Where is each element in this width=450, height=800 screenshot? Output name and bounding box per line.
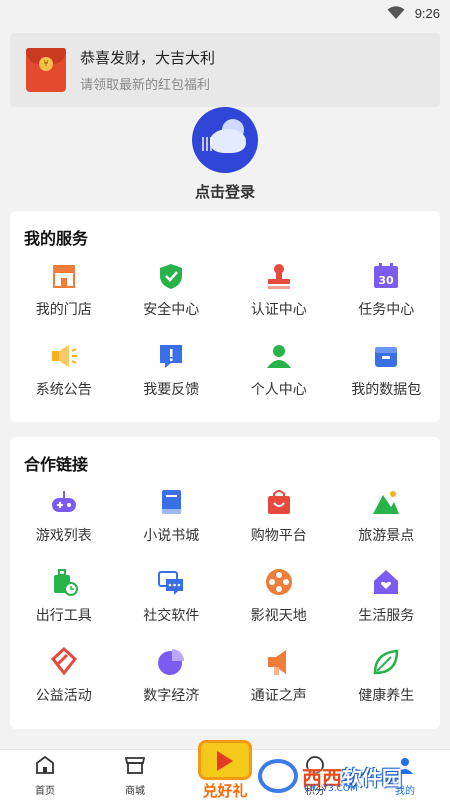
service-item-label: 系统公告: [35, 382, 92, 398]
tab-shop[interactable]: 商城: [90, 750, 180, 800]
service-item[interactable]: 个人中心: [225, 333, 333, 413]
loudspeaker-icon: [264, 647, 294, 677]
banner-title: 恭喜发财，大吉大利: [80, 49, 216, 67]
calendar-30-icon: 30: [371, 261, 401, 291]
partner-item[interactable]: 社交软件: [118, 559, 226, 639]
partner-item-label: 通证之声: [250, 688, 307, 704]
watermark-logo-icon: [258, 759, 298, 793]
status-bar: 9:26: [0, 0, 450, 26]
partner-item-label: 社交软件: [143, 608, 200, 624]
film-reel-icon: [264, 567, 294, 597]
red-packet-banner[interactable]: ¥ 恭喜发财，大吉大利 请领取最新的红包福利: [10, 33, 440, 107]
data-package-icon: [371, 341, 401, 371]
home-icon: [34, 754, 56, 780]
feedback-icon: [156, 341, 186, 371]
partner-item[interactable]: 游戏列表: [10, 479, 118, 559]
service-item-label: 安全中心: [143, 302, 200, 318]
service-item[interactable]: 我的门店: [10, 253, 118, 333]
svg-text:30: 30: [379, 274, 395, 287]
megaphone-icon: [49, 341, 79, 371]
store-icon: [49, 261, 79, 291]
tv-play-icon: [198, 740, 252, 780]
my-services-title: 我的服务: [24, 229, 89, 248]
banner-subtitle: 请领取最新的红包福利: [80, 78, 211, 93]
partner-item-label: 生活服务: [358, 608, 415, 624]
service-item[interactable]: 我要反馈: [118, 333, 226, 413]
stamp-icon: [264, 261, 294, 291]
mountain-icon: [371, 487, 401, 517]
book-icon: [156, 487, 186, 517]
red-envelope-icon: ¥: [26, 48, 66, 92]
partner-item-label: 游戏列表: [35, 528, 92, 544]
partner-item-label: 购物平台: [250, 528, 307, 544]
service-item-label: 我的数据包: [351, 382, 422, 398]
redeem-gift-promo[interactable]: 兑好礼: [190, 736, 260, 800]
partner-links-title: 合作链接: [24, 455, 89, 474]
service-item-label: 个人中心: [250, 382, 307, 398]
luggage-icon: [49, 567, 79, 597]
chat-icon: [156, 567, 186, 597]
shield-check-icon: [156, 261, 186, 291]
service-item[interactable]: 30 任务中心: [333, 253, 441, 333]
partner-item-label: 小说书城: [143, 528, 200, 544]
partner-item-label: 影视天地: [250, 608, 307, 624]
service-item[interactable]: 系统公告: [10, 333, 118, 413]
status-time: 9:26: [414, 5, 440, 21]
leaf-icon: [371, 647, 401, 677]
partner-item[interactable]: 出行工具: [10, 559, 118, 639]
shopping-bag-icon: [264, 487, 294, 517]
partner-item-label: 数字经济: [143, 688, 200, 704]
partners-grid: 游戏列表 小说书城 购物平台 旅游景点出行工具 社交软件 影视天地 生活服务公益活动 数字经济…: [10, 479, 440, 719]
services-grid: 我的门店 安全中心 认证中心 30 任务中心系统公告 我要反馈 个人中心 我的数据包: [10, 253, 440, 413]
partner-item[interactable]: 健康养生: [333, 639, 441, 719]
service-item-label: 任务中心: [358, 302, 415, 318]
login-link[interactable]: 点击登录: [0, 181, 450, 202]
partner-item[interactable]: 小说书城: [118, 479, 226, 559]
partner-item-label: 公益活动: [35, 688, 92, 704]
tab-home[interactable]: 首页: [0, 750, 90, 800]
service-item-label: 我的门店: [35, 302, 92, 318]
profile-header: 点击登录: [0, 107, 450, 202]
tab-label: 首页: [35, 785, 55, 797]
heart-hands-icon: [49, 647, 79, 677]
person-icon: [264, 341, 294, 371]
partner-links-card: 合作链接 游戏列表 小说书城 购物平台 旅游景点出行工具 社交软件 影视天地 生活服务公益活…: [10, 437, 440, 729]
partner-item[interactable]: 公益活动: [10, 639, 118, 719]
watermark: 西西软件园 CR173.COM: [258, 756, 434, 796]
gamepad-icon: [49, 487, 79, 517]
partner-item[interactable]: 通证之声: [225, 639, 333, 719]
promo-label: 兑好礼: [202, 782, 248, 800]
partner-item[interactable]: 购物平台: [225, 479, 333, 559]
service-item[interactable]: 我的数据包: [333, 333, 441, 413]
service-item[interactable]: 认证中心: [225, 253, 333, 333]
partner-item[interactable]: 数字经济: [118, 639, 226, 719]
partner-item[interactable]: 旅游景点: [333, 479, 441, 559]
partner-item-label: 旅游景点: [358, 528, 415, 544]
pie-chart-icon: [156, 647, 186, 677]
tab-label: 商城: [125, 785, 145, 797]
home-heart-icon: [371, 567, 401, 597]
partner-item[interactable]: 生活服务: [333, 559, 441, 639]
partner-item-label: 出行工具: [35, 608, 92, 624]
service-item[interactable]: 安全中心: [118, 253, 226, 333]
partner-item[interactable]: 影视天地: [225, 559, 333, 639]
shop-icon: [124, 754, 146, 780]
wifi-icon: [387, 6, 405, 19]
my-services-card: 我的服务 我的门店 安全中心 认证中心 30 任务中心系统公告 我要反馈 个人中心 我的数据包: [10, 211, 440, 422]
avatar[interactable]: [192, 107, 258, 173]
service-item-label: 我要反馈: [143, 382, 200, 398]
service-item-label: 认证中心: [250, 302, 307, 318]
partner-item-label: 健康养生: [358, 688, 415, 704]
